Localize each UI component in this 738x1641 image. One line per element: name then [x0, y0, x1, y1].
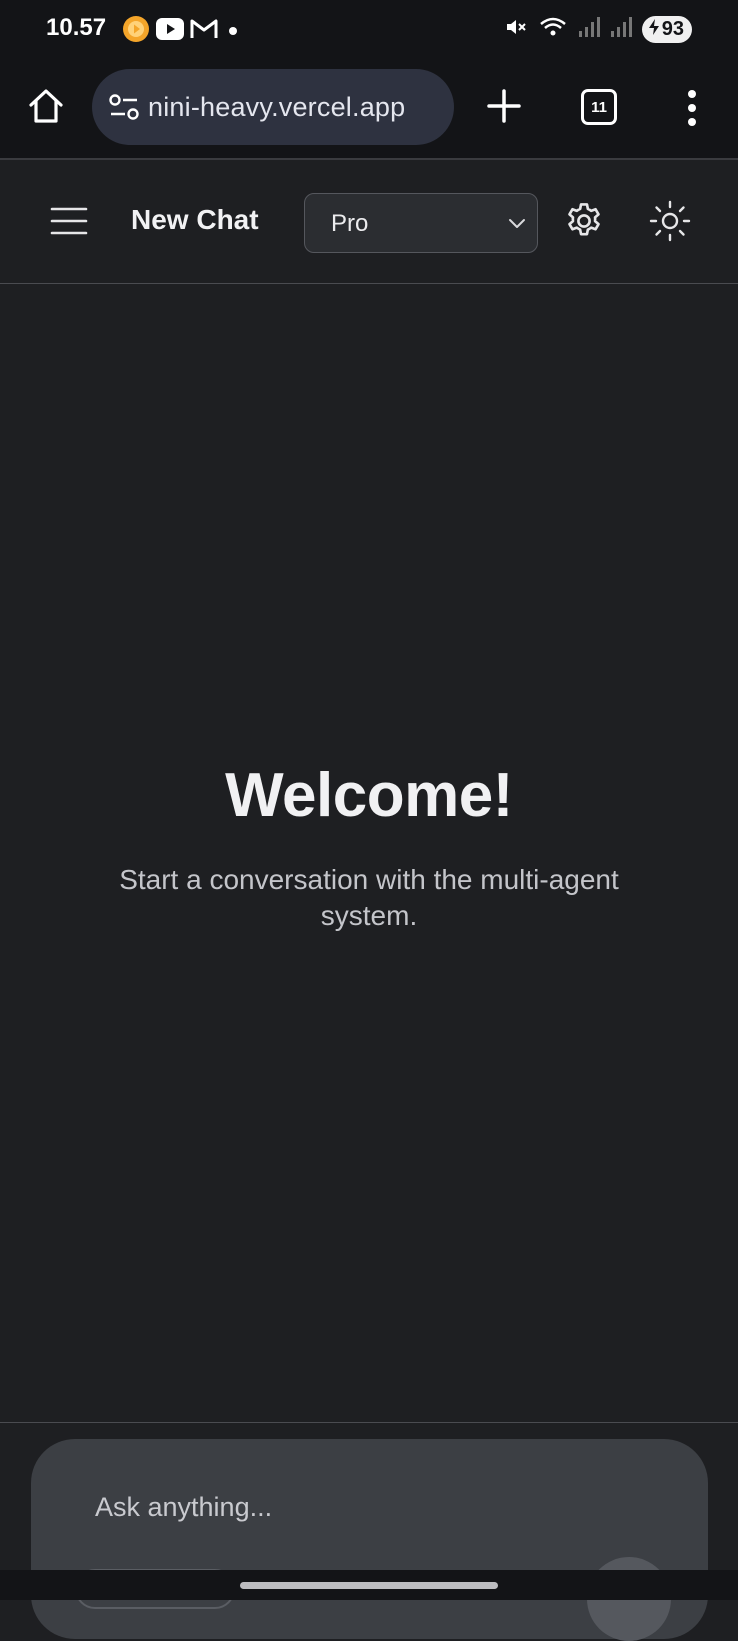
home-button[interactable] — [26, 86, 66, 126]
menu-icon — [50, 207, 88, 235]
youtube-icon — [156, 18, 184, 45]
battery-indicator: 93 — [641, 16, 692, 43]
welcome-subtitle: Start a conversation with the multi-agen… — [119, 864, 619, 931]
signal-icon — [578, 16, 600, 43]
music-app-icon — [122, 15, 150, 48]
message-composer — [31, 1439, 708, 1641]
url-text: nini-heavy.vercel.app — [148, 91, 406, 122]
composer-divider — [0, 1422, 738, 1423]
system-nav-bar — [0, 1570, 738, 1600]
tab-switcher-button[interactable]: 11 — [581, 89, 617, 125]
site-settings-icon[interactable] — [108, 94, 140, 120]
plus-icon — [487, 89, 521, 123]
new-tab-button[interactable] — [484, 86, 524, 126]
system-icons: 93 — [504, 15, 692, 44]
chevron-down-icon — [509, 219, 525, 228]
wifi-icon — [538, 15, 568, 44]
sidebar-toggle-button[interactable] — [50, 206, 88, 236]
theme-toggle-button[interactable] — [648, 199, 692, 243]
page-title: New Chat — [131, 204, 259, 235]
home-gesture-handle[interactable] — [240, 1582, 498, 1589]
status-time: 10.57 — [46, 14, 107, 41]
gear-icon — [568, 203, 600, 236]
chat-area: Welcome! Start a conversation with the m… — [0, 284, 738, 1422]
status-bar: 10.57 93 — [0, 0, 738, 58]
home-icon — [29, 89, 63, 123]
notification-icons — [122, 15, 242, 48]
browser-toolbar: nini-heavy.vercel.app 11 — [0, 58, 738, 160]
address-bar[interactable]: nini-heavy.vercel.app — [92, 69, 454, 145]
sun-icon — [649, 200, 691, 242]
signal-icon — [610, 16, 632, 43]
mute-icon — [504, 15, 528, 44]
more-vert-icon — [688, 90, 696, 126]
battery-level: 93 — [661, 18, 684, 40]
settings-button[interactable] — [563, 200, 605, 242]
gmail-icon — [190, 18, 218, 45]
battery-icon — [648, 18, 660, 41]
app-header: New Chat Pro — [0, 160, 738, 284]
model-select-value: Pro — [331, 210, 369, 237]
welcome-title: Welcome! — [225, 761, 513, 830]
browser-menu-button[interactable] — [684, 88, 700, 128]
dot-icon — [224, 18, 242, 45]
model-select[interactable]: Pro — [304, 193, 538, 253]
message-input[interactable] — [93, 1487, 653, 1527]
tab-count: 11 — [591, 98, 607, 116]
